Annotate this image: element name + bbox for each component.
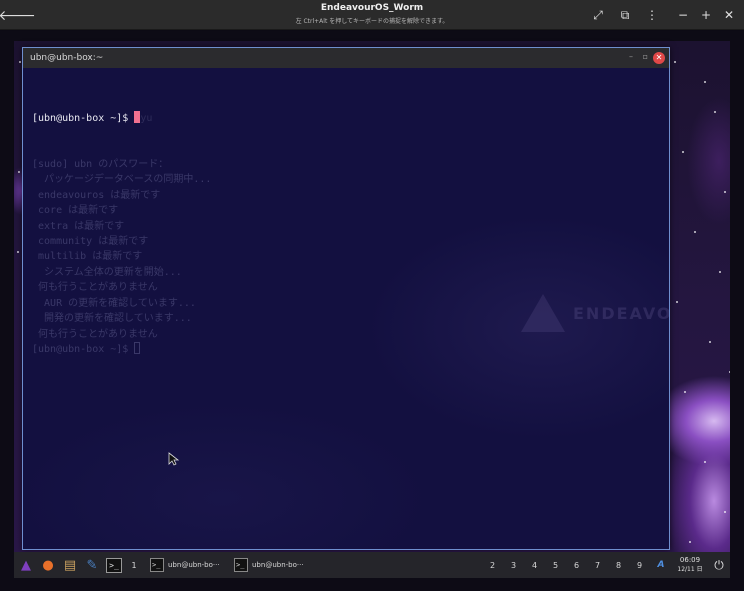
workspace-7[interactable]: 7 [587,561,608,570]
keyboard-layout-indicator[interactable]: A [650,560,672,570]
history-line: 何も行うことがありません [32,328,158,340]
terminal-close-icon[interactable]: ✕ [653,52,665,64]
workspace-3[interactable]: 3 [503,561,524,570]
star [704,81,706,83]
last-prompt-line: [ubn@ubn-box ~]$ [32,341,211,357]
launcher-group: ▲ ● ▤ ✎ >_ [14,555,122,575]
taskbar-task-terminal[interactable]: >_ ubn@ubn-bo··· [230,555,314,575]
power-icon[interactable]: ⏻ [708,558,730,573]
workspace-5[interactable]: 5 [545,561,566,570]
terminal-titlebar[interactable]: ubn@ubn-box:~ – ▫ ✕ [23,48,669,68]
star [729,371,730,373]
terminal-task-icon: >_ [234,558,248,572]
minimize-icon[interactable]: − [673,5,693,25]
history-line: community は最新です [32,236,149,248]
history-line: [sudo] ubn のパスワード： [32,159,169,171]
terminal-task-icon: >_ [150,558,164,572]
history-line: 何も行うことがありません [32,282,158,294]
workspace-2[interactable]: 2 [482,561,503,570]
watermark-text: ENDEAVOUROS [573,303,669,323]
star [682,151,684,153]
star [719,271,721,273]
history-line: endeavouros は最新です [32,189,161,201]
endeavouros-watermark: ENDEAVOUROS [521,294,669,332]
star [684,391,686,393]
close-icon[interactable]: ✕ [719,5,739,25]
workspace-8[interactable]: 8 [608,561,629,570]
clock[interactable]: 06:09 12/11 日 [672,556,708,574]
history-line: 開発の更新を確認しています... [32,313,192,325]
star [689,541,691,543]
terminal-minimize-icon[interactable]: – [629,52,633,61]
fullscreen-icon[interactable]: ⤢ [588,5,608,25]
zoom-in-icon[interactable]: + [696,5,716,25]
star [704,461,706,463]
history-line: システム全体の更新を開始... [32,266,182,278]
terminal-title: ubn@ubn-box:~ [30,53,104,63]
ghost-text: yu [140,112,153,124]
guest-desktop: ubn@ubn-box:~ – ▫ ✕ ENDEAVOUROS [ubn@ubn… [0,31,744,591]
terminal-lines: [ubn@ubn-box ~]$ yu [sudo] ubn のパスワード： パ… [32,80,211,357]
firefox-icon[interactable]: ● [38,555,58,575]
history-line: multilib は最新です [32,251,143,263]
history-line: core は最新です [32,205,119,217]
taskbar: ▲ ● ▤ ✎ >_ 1 >_ ubn@ubn-bo··· >_ ubn@ubn-bo··· … [14,552,730,578]
workspace-6[interactable]: 6 [566,561,587,570]
endeavouros-logo-icon [521,294,565,332]
star [724,511,726,513]
star [694,231,696,233]
current-prompt-line: [ubn@ubn-box ~]$ yu [32,110,211,126]
star [724,191,726,193]
task-label: ubn@ubn-bo··· [168,561,220,569]
prompt-text: [ubn@ubn-box ~]$ [32,112,135,124]
terminal-output[interactable]: ENDEAVOUROS [ubn@ubn-box ~]$ yu [sudo] u… [23,68,669,549]
workspace-1[interactable]: 1 [122,561,146,570]
history-line: AUR の更新を確認しています... [32,297,196,309]
history-line: extra は最新です [32,220,125,232]
star [709,341,711,343]
workspace-switcher: 23456789 [482,561,650,570]
star [674,61,676,63]
last-prompt-text: [ubn@ubn-box ~]$ [32,343,135,355]
workspace-9[interactable]: 9 [629,561,650,570]
task-label: ubn@ubn-bo··· [252,561,304,569]
star [676,301,678,303]
mouse-pointer-icon [168,452,180,466]
workspace-4[interactable]: 4 [524,561,545,570]
viewer-header: 🡐 EndeavourOS_Worm 左 Ctrl+Alt を押してキーボードの… [0,0,744,30]
history-line: パッケージデータベースの同期中... [32,174,212,186]
star [19,61,21,63]
file-manager-icon[interactable]: ▤ [60,555,80,575]
star [17,251,19,253]
inactive-cursor [134,341,141,354]
kebab-menu-icon[interactable]: ⋮ [642,5,662,25]
taskbar-task-terminal[interactable]: >_ ubn@ubn-bo··· [146,555,230,575]
clock-time: 06:09 [679,556,701,564]
star [18,171,20,173]
star [714,111,716,113]
endeavouros-launcher-icon[interactable]: ▲ [16,555,36,575]
terminal-restore-icon[interactable]: ▫ [643,52,648,61]
text-editor-icon[interactable]: ✎ [82,555,102,575]
scale-icon[interactable]: ⧉ [615,5,635,25]
terminal-launcher-icon[interactable]: >_ [106,557,122,573]
task-list: >_ ubn@ubn-bo··· >_ ubn@ubn-bo··· [146,555,314,575]
clock-date: 12/11 日 [677,566,703,573]
terminal-window[interactable]: ubn@ubn-box:~ – ▫ ✕ ENDEAVOUROS [ubn@ubn… [22,47,670,550]
